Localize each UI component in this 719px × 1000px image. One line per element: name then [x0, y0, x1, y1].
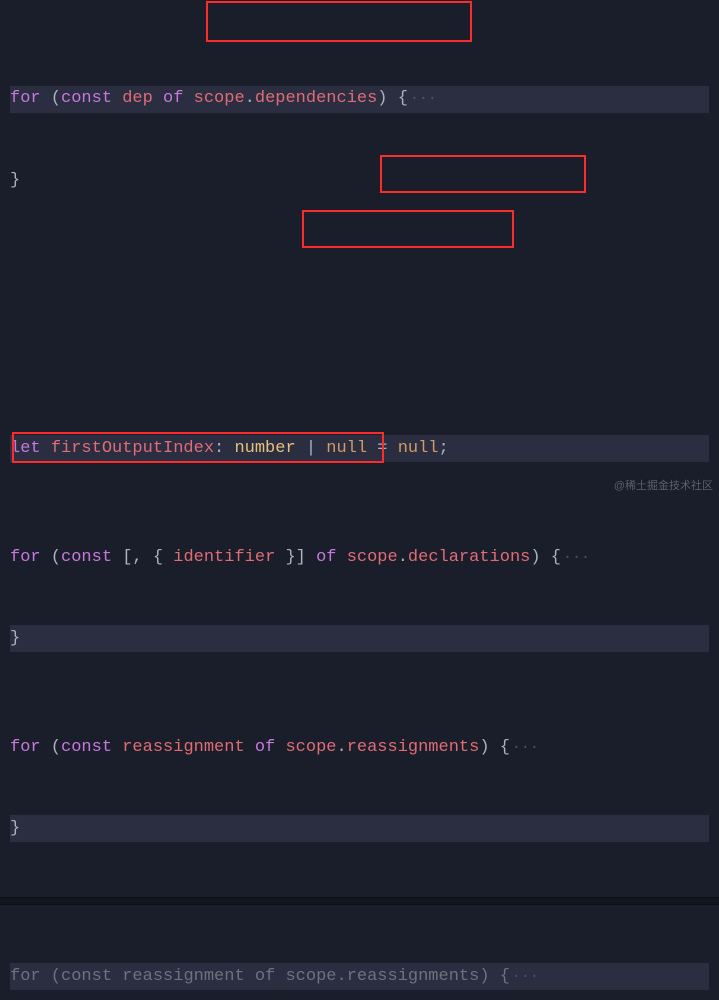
code-line: }	[10, 625, 709, 652]
fold-icon[interactable]: ···	[408, 90, 437, 107]
code-editor[interactable]: for (const dep of scope.dependencies) {·…	[0, 0, 719, 897]
code-line: for (const reassignment of scope.reassig…	[10, 963, 709, 990]
fold-icon[interactable]: ···	[510, 968, 539, 985]
code-line: for (const [, { identifier }] of scope.d…	[10, 544, 709, 571]
code-line: for (const reassignment of scope.reassig…	[10, 734, 709, 761]
panel-separator	[0, 897, 719, 905]
code-editor-section-2[interactable]: for (const reassignment of scope.reassig…	[0, 905, 719, 1000]
code-line: let firstOutputIndex: number | null = nu…	[10, 435, 709, 462]
code-line: }	[10, 815, 709, 842]
code-line: for (const dep of scope.dependencies) {·…	[10, 86, 709, 113]
fold-icon[interactable]: ···	[510, 739, 539, 756]
watermark: @稀土掘金技术社区	[614, 478, 713, 496]
code-line: }	[10, 167, 709, 194]
fold-icon[interactable]: ···	[561, 549, 590, 566]
